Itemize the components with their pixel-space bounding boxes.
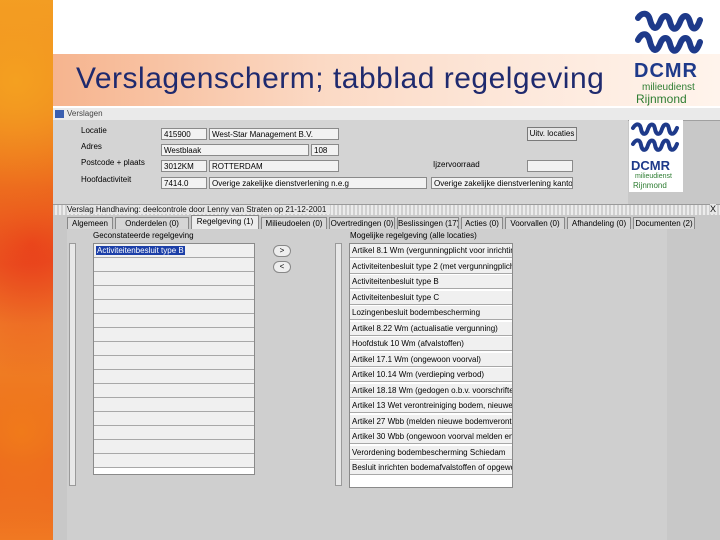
hoofdactiviteit-code-field[interactable]: 7414.0 xyxy=(161,177,207,189)
list-item[interactable] xyxy=(94,370,254,384)
list-item[interactable] xyxy=(94,272,254,286)
dcmr-waves-icon xyxy=(635,10,703,54)
list-item[interactable] xyxy=(94,356,254,370)
plaats-field[interactable]: ROTTERDAM xyxy=(209,160,339,172)
tab-milieudoelen[interactable]: Milieudoelen (0) xyxy=(261,217,327,229)
tab-overtredingen[interactable]: Overtredingen (0) xyxy=(329,217,395,229)
geconstateerde-regelgeving-list: Activiteitenbesluit type B xyxy=(93,243,255,475)
extra-activity-field[interactable]: Overige zakelijke dienstverlening kantoo… xyxy=(431,177,573,189)
list-item[interactable]: Artikel 30 Wbb (ongewoon voorval melden … xyxy=(350,430,512,444)
postcode-label: Postcode + plaats xyxy=(81,158,145,167)
logo-small-wordmark: DCMR xyxy=(631,158,670,173)
slide-title: Verslagenscherm; tabblad regelgeving xyxy=(76,62,605,95)
list-item[interactable] xyxy=(94,286,254,300)
tab-beslissingen[interactable]: Beslissingen (17) xyxy=(397,217,459,229)
location-panel: Locatie 415900 West-Star Management B.V.… xyxy=(53,120,628,204)
list-item[interactable] xyxy=(94,300,254,314)
left-scrollbar[interactable] xyxy=(69,243,76,486)
tab-onderdelen[interactable]: Onderdelen (0) xyxy=(115,217,189,229)
logo-small-line1: milieudienst xyxy=(635,173,672,180)
list-item[interactable]: Activiteitenbesluit type C xyxy=(350,290,512,305)
right-scrollbar[interactable] xyxy=(335,243,342,486)
hoofdactiviteit-label: Hoofdactiviteit xyxy=(81,175,132,184)
app-icon xyxy=(55,110,64,118)
dcmr-logo-small: DCMR milieudienst Rijnmond xyxy=(629,120,683,192)
ijzervoorraad-field[interactable] xyxy=(527,160,573,172)
decorative-gradient-bar xyxy=(0,0,53,540)
tab-afhandeling[interactable]: Afhandeling (0) xyxy=(567,217,631,229)
logo-wordmark: DCMR xyxy=(634,60,698,82)
list-item[interactable] xyxy=(94,440,254,454)
list-item[interactable] xyxy=(94,314,254,328)
tab-bar: Algemeen Onderdelen (0) Regelgeving (1) … xyxy=(53,215,720,229)
left-list-header: Geconstateerde regelgeving xyxy=(93,231,194,240)
list-item[interactable] xyxy=(94,412,254,426)
tab-documenten[interactable]: Documenten (2) xyxy=(633,217,695,229)
window-title: Verslagen xyxy=(67,109,103,118)
list-item[interactable]: Activiteitenbesluit type B xyxy=(350,275,512,289)
list-item[interactable]: Artikel 8.1 Wm (vergunningplicht voor in… xyxy=(350,244,512,258)
list-item[interactable]: Lozingenbesluit bodembescherming xyxy=(350,306,512,320)
hoofdactiviteit-desc-field[interactable]: Overige zakelijke dienstverlening n.e.g xyxy=(209,177,427,189)
dcmr-logo: DCMR milieudienst Rijnmond xyxy=(632,10,710,106)
tab-algemeen[interactable]: Algemeen xyxy=(67,217,113,229)
mogelijke-regelgeving-list: Artikel 8.1 Wm (vergunningplicht voor in… xyxy=(349,243,513,488)
application-window: Verslagen Locatie 415900 West-Star Manag… xyxy=(53,108,720,540)
uitv-locaties-button[interactable]: Uitv. locaties xyxy=(527,127,577,141)
list-item[interactable]: Verordening bodembescherming Schiedam xyxy=(350,445,512,460)
postcode-field[interactable]: 3012KM xyxy=(161,160,207,172)
list-item[interactable]: Hoofdstuk 10 Wm (afvalstoffen) xyxy=(350,337,512,351)
locatie-label: Locatie xyxy=(81,126,107,135)
logo-small-line2: Rijnmond xyxy=(633,181,667,190)
list-item[interactable]: Artikel 27 Wbb (melden nieuwe bodemveron… xyxy=(350,414,512,429)
locatie-code-field[interactable]: 415900 xyxy=(161,128,207,140)
list-item[interactable]: Artikel 18.18 Wm (gedogen o.b.v. voorsch… xyxy=(350,383,512,398)
list-item[interactable] xyxy=(94,258,254,272)
list-item[interactable]: Artikel 13 Wet verontreiniging bodem, ni… xyxy=(350,399,512,413)
subwindow-title: Verslag Handhaving: deelcontrole door Le… xyxy=(67,205,331,214)
right-list-header: Mogelijke regelgeving (alle locaties) xyxy=(350,231,477,240)
list-item[interactable] xyxy=(94,384,254,398)
list-item[interactable]: Artikel 17.1 Wm (ongewoon voorval) xyxy=(350,352,512,367)
list-item[interactable]: Artikel 10.14 Wm (verdieping verbod) xyxy=(350,368,512,382)
adres-street-field[interactable]: Westblaak xyxy=(161,144,309,156)
tab-acties[interactable]: Acties (0) xyxy=(461,217,503,229)
regelgeving-content: Geconstateerde regelgeving Activiteitenb… xyxy=(67,229,667,540)
ijzervoorraad-label: Ijzervoorraad xyxy=(433,160,480,169)
list-item[interactable]: Besluit inrichten bodemafvalstoffen of o… xyxy=(350,461,512,475)
locatie-name-field[interactable]: West-Star Management B.V. xyxy=(209,128,339,140)
list-item[interactable] xyxy=(94,342,254,356)
list-item[interactable]: Activiteitenbesluit type B xyxy=(94,244,254,258)
list-item[interactable] xyxy=(94,398,254,412)
adres-label: Adres xyxy=(81,142,102,151)
adres-number-field[interactable]: 108 xyxy=(311,144,339,156)
list-item[interactable] xyxy=(94,426,254,440)
list-item[interactable]: Artikel 8.22 Wm (actualisatie vergunning… xyxy=(350,321,512,336)
remove-regelgeving-button[interactable]: < xyxy=(273,261,291,273)
close-icon[interactable]: X xyxy=(709,204,716,214)
logo-line2: Rijnmond xyxy=(636,92,687,106)
tab-voorvallen[interactable]: Voorvallen (0) xyxy=(505,217,565,229)
dcmr-waves-small-icon xyxy=(631,122,679,152)
list-item[interactable]: Activiteitenbesluit type 2 (met vergunni… xyxy=(350,259,512,274)
add-regelgeving-button[interactable]: > xyxy=(273,245,291,257)
tab-regelgeving[interactable]: Regelgeving (1) xyxy=(191,215,259,229)
list-item[interactable] xyxy=(94,328,254,342)
list-item[interactable] xyxy=(94,454,254,468)
